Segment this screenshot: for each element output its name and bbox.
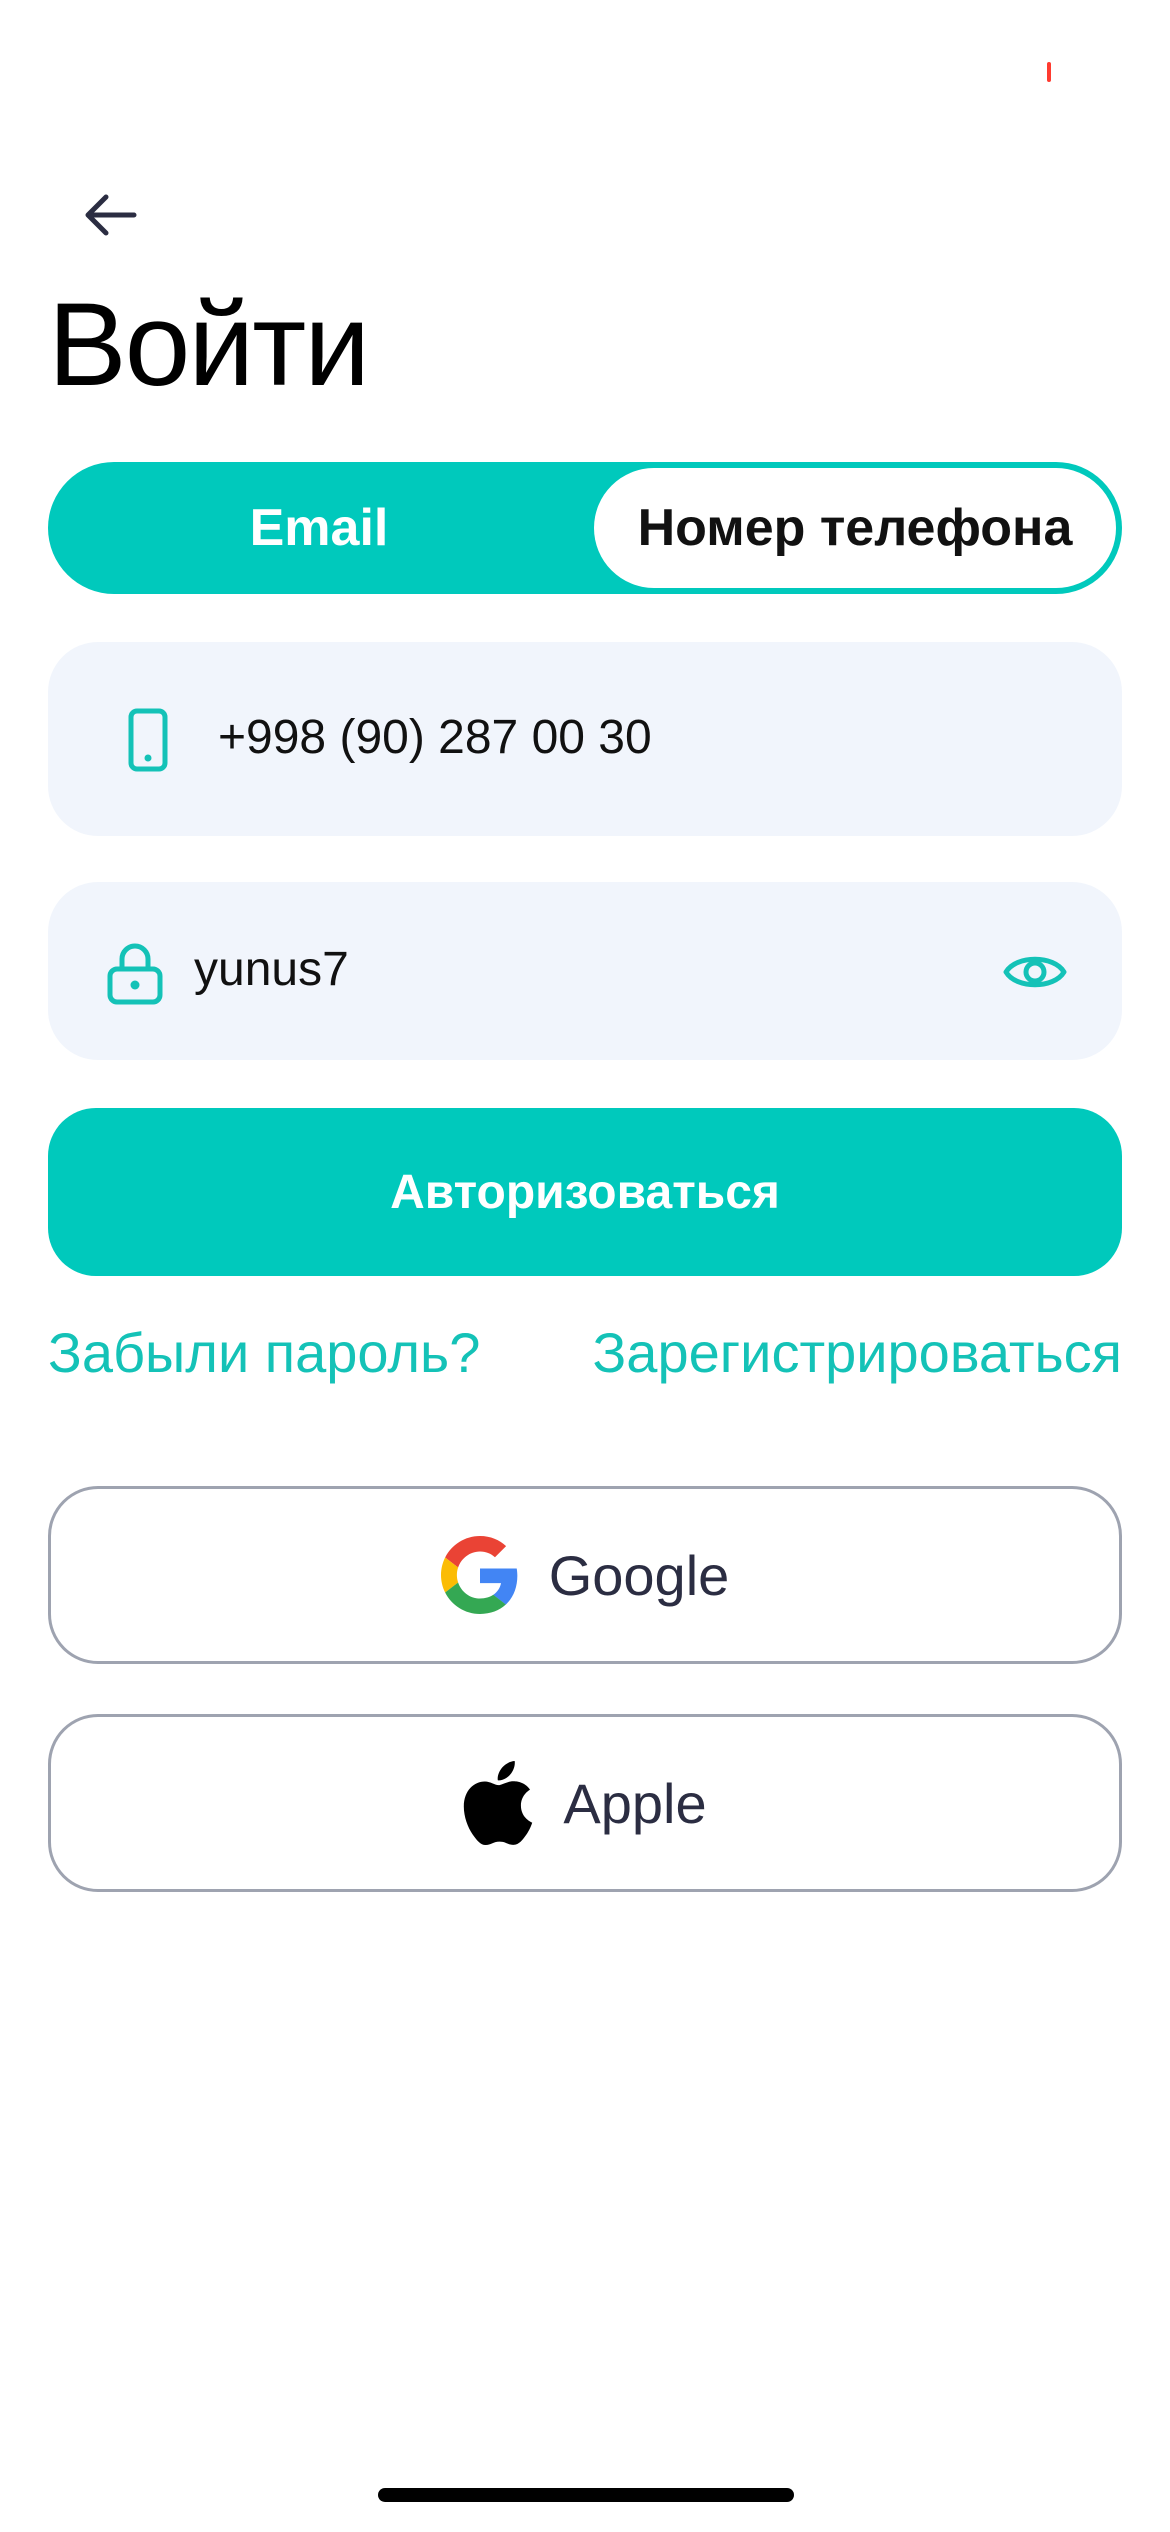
password-input[interactable]: yunus7 bbox=[194, 942, 349, 997]
apple-button-label: Apple bbox=[563, 1771, 707, 1835]
password-field[interactable]: yunus7 bbox=[48, 882, 1122, 1060]
tab-phone-number[interactable]: Номер телефона bbox=[594, 468, 1116, 588]
forgot-password-link[interactable]: Забыли пароль? bbox=[48, 1320, 480, 1385]
tab-email[interactable]: Email bbox=[54, 468, 584, 588]
eye-icon[interactable] bbox=[1000, 942, 1070, 1002]
back-button[interactable] bbox=[70, 180, 150, 250]
register-link[interactable]: Зарегистрироваться bbox=[592, 1320, 1122, 1385]
apple-sign-in-button[interactable]: Apple bbox=[48, 1714, 1122, 1892]
apple-logo-icon bbox=[464, 1761, 533, 1845]
phone-field[interactable]: +998 (90) 287 00 30 bbox=[48, 642, 1122, 836]
google-sign-in-button[interactable]: Google bbox=[48, 1486, 1122, 1664]
login-method-toggle: Email Номер телефона bbox=[48, 462, 1122, 594]
page-title: Войти bbox=[48, 279, 370, 411]
lock-icon bbox=[100, 938, 170, 1008]
login-button[interactable]: Авторизоваться bbox=[48, 1108, 1122, 1276]
phone-icon bbox=[108, 700, 188, 780]
home-indicator bbox=[378, 2488, 794, 2502]
google-logo-icon bbox=[440, 1536, 518, 1614]
phone-input[interactable]: +998 (90) 287 00 30 bbox=[218, 710, 652, 765]
google-button-label: Google bbox=[548, 1543, 730, 1607]
back-arrow-icon bbox=[85, 194, 137, 236]
status-indicator-dot bbox=[1047, 62, 1051, 82]
